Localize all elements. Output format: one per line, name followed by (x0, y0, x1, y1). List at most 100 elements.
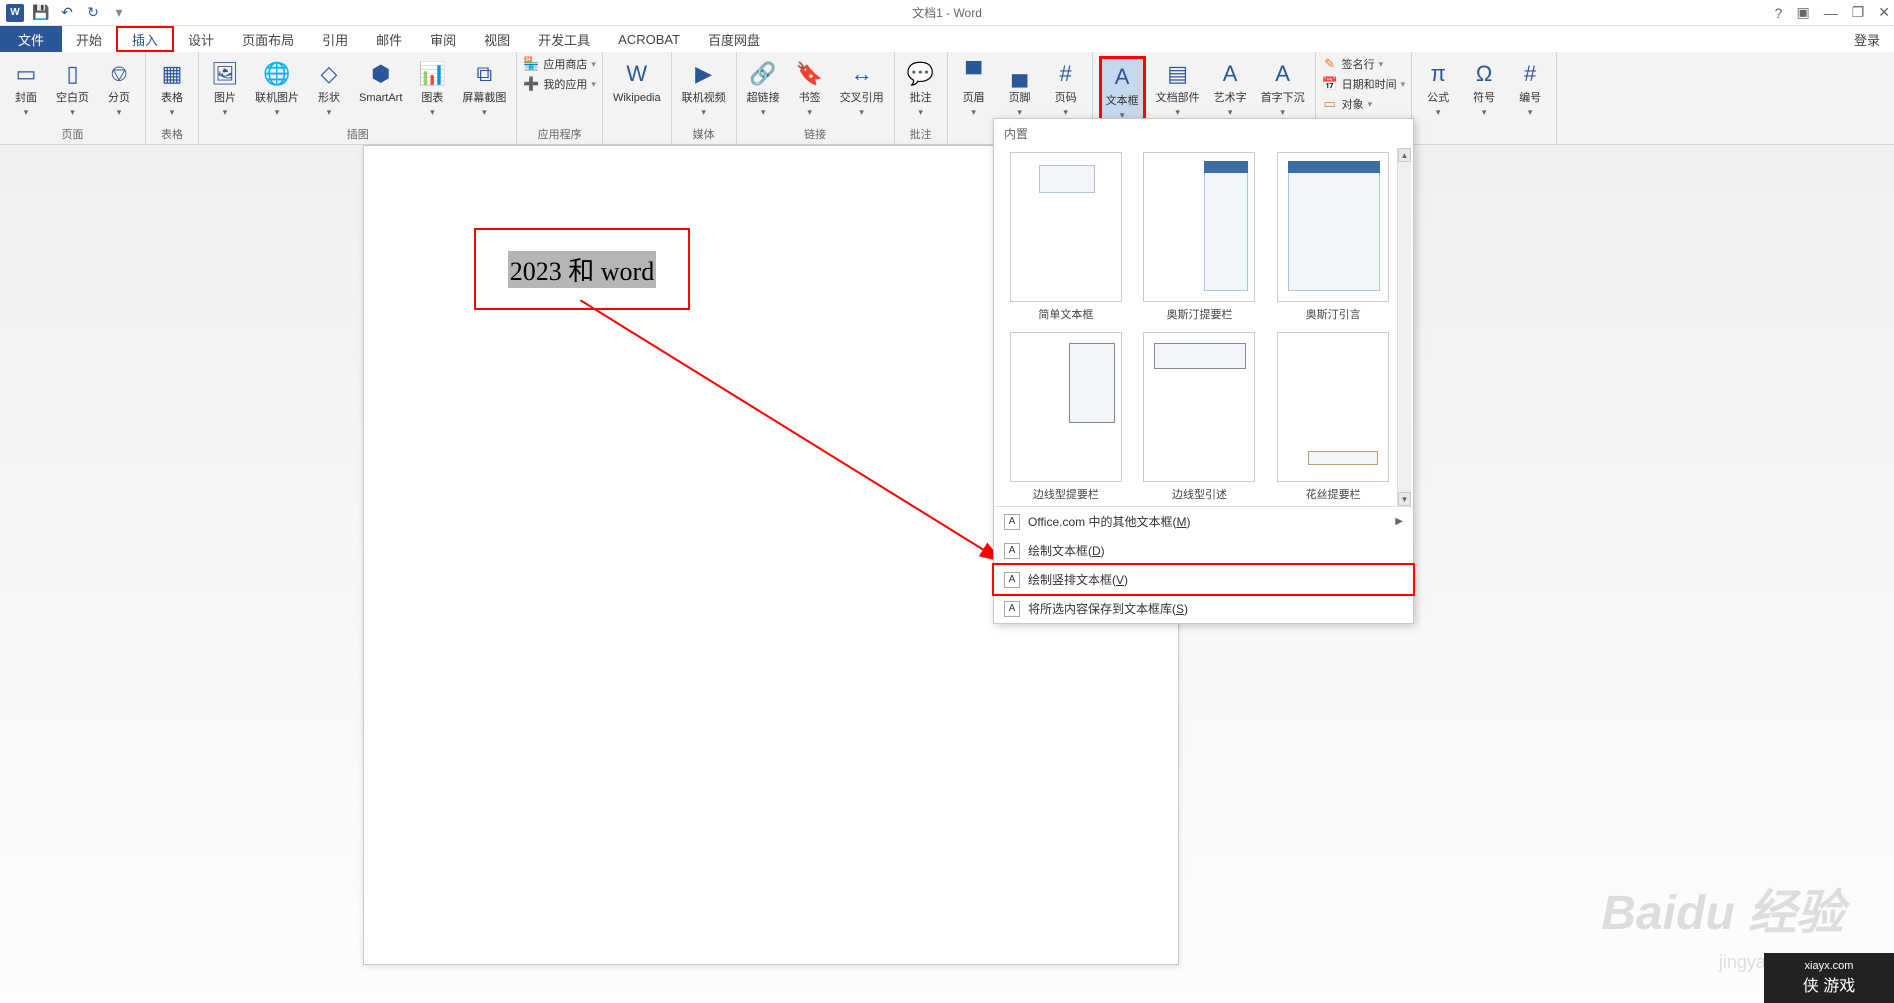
textbox-thumb[interactable]: 边线型引述 (1138, 332, 1262, 502)
equation-label: 公式 (1427, 92, 1449, 105)
thumb-label: 奥斯汀提要栏 (1166, 306, 1232, 322)
signature-button[interactable]: ✎签名行 ▾ (1322, 56, 1406, 72)
chevron-down-icon: ▾ (117, 107, 122, 118)
tab-acrobat[interactable]: ACROBAT (604, 26, 694, 52)
bookmark-button[interactable]: 🔖书签▾ (790, 56, 830, 120)
textbox-thumb[interactable]: 边线型提要栏 (1004, 332, 1128, 502)
text-box-button[interactable]: A文本框▾ (1099, 56, 1146, 126)
hyperlink-button[interactable]: 🔗超链接▾ (743, 56, 784, 120)
chevron-down-icon: ▾ (859, 107, 864, 118)
online-pictures-label: 联机图片 (255, 92, 299, 105)
restore-icon[interactable]: ❐ (1852, 4, 1865, 21)
redo-icon[interactable]: ↻ (84, 4, 102, 22)
smartart-button[interactable]: ⬢SmartArt (355, 56, 406, 107)
document-text[interactable]: 2023 和 word (508, 251, 656, 288)
draw-textbox-menuitem[interactable]: A绘制文本框(D) (994, 536, 1413, 565)
smartart-label: SmartArt (359, 92, 402, 105)
group-label: 媒体 (678, 124, 730, 142)
header-button[interactable]: ▀页眉▾ (954, 56, 994, 120)
footer-button[interactable]: ▄页脚▾ (1000, 56, 1040, 120)
screenshot-button[interactable]: ⧉屏幕截图▾ (458, 56, 510, 120)
thumb-preview (1010, 152, 1122, 302)
number-button[interactable]: #编号▾ (1510, 56, 1550, 120)
cover-page-button[interactable]: ▭封面▾ (6, 56, 46, 120)
wordart-button[interactable]: A艺术字▾ (1210, 56, 1251, 120)
chevron-down-icon: ▾ (275, 107, 280, 118)
object-button[interactable]: ▭对象 ▾ (1322, 96, 1406, 112)
login-link[interactable]: 登录 (1840, 26, 1894, 52)
page-break-label: 分页 (108, 92, 130, 105)
tab-file[interactable]: 文件 (0, 26, 62, 52)
ribbon-group: ▦表格▾表格 (146, 52, 199, 144)
save-icon[interactable]: 💾 (32, 4, 50, 22)
date-time-button[interactable]: 📅日期和时间 ▾ (1322, 76, 1406, 92)
store-icon: 🏪 (523, 56, 539, 72)
cross-reference-button[interactable]: ↔ 交叉引用 ▾ (836, 56, 888, 120)
footer-icon: ▄ (1004, 58, 1036, 90)
textbox-gallery: 简单文本框奥斯汀提要栏 奥斯汀引言边线型提要栏边线型引述花丝提要栏 (994, 148, 1413, 506)
text-box-icon: A (1106, 61, 1138, 93)
thumb-preview (1277, 152, 1389, 302)
tab-developer[interactable]: 开发工具 (524, 26, 604, 52)
group-label: 批注 (901, 124, 941, 142)
object-label: 对象 (1342, 96, 1364, 112)
wikipedia-icon: W (621, 58, 653, 90)
blank-page-label: 空白页 (56, 92, 89, 105)
qat-customize-icon[interactable]: ▾ (110, 4, 128, 22)
pictures-button[interactable]: 🖼图片▾ (205, 56, 245, 120)
page-number-button[interactable]: #页码▾ (1046, 56, 1086, 120)
thumb-preview (1143, 152, 1255, 302)
equation-button[interactable]: π公式▾ (1418, 56, 1458, 120)
tab-home[interactable]: 开始 (62, 26, 116, 52)
window-title: 文档1 - Word (912, 4, 982, 21)
store-button[interactable]: 🏪应用商店 ▾ (523, 56, 596, 72)
tab-references[interactable]: 引用 (308, 26, 362, 52)
tab-design[interactable]: 设计 (174, 26, 228, 52)
shapes-button[interactable]: ◇形状▾ (309, 56, 349, 120)
cross-reference-label: 交叉引用 (840, 92, 884, 105)
scroll-down-icon[interactable]: ▼ (1398, 492, 1411, 506)
chevron-down-icon: ▾ (1017, 107, 1022, 118)
tab-baidu[interactable]: 百度网盘 (694, 26, 774, 52)
quick-parts-button[interactable]: ▤文档部件▾ (1152, 56, 1204, 120)
blank-page-icon: ▯ (57, 58, 89, 90)
undo-icon[interactable]: ↶ (58, 4, 76, 22)
ribbon-display-icon[interactable]: ▣ (1796, 4, 1809, 21)
gallery-scrollbar[interactable]: ▲ ▼ (1397, 148, 1411, 506)
ribbon-group: W Wikipedia (603, 52, 672, 144)
comment-button[interactable]: 💬批注▾ (901, 56, 941, 120)
draw-vertical-textbox-menuitem[interactable]: A绘制竖排文本框(V) (992, 563, 1415, 596)
tab-review[interactable]: 审阅 (416, 26, 470, 52)
thumb-preview (1010, 332, 1122, 482)
table-button[interactable]: ▦表格▾ (152, 56, 192, 120)
online-pictures-button[interactable]: 🌐联机图片▾ (251, 56, 303, 120)
scroll-up-icon[interactable]: ▲ (1398, 148, 1411, 162)
close-icon[interactable]: ✕ (1878, 4, 1890, 21)
textbox-thumb[interactable]: 奥斯汀引言 (1271, 152, 1395, 322)
save-to-gallery-menuitem[interactable]: A将所选内容保存到文本框库(S) (994, 594, 1413, 623)
tab-layout[interactable]: 页面布局 (228, 26, 308, 52)
my-apps-button[interactable]: ➕我的应用 ▾ (523, 76, 596, 92)
textbox-thumb[interactable]: 花丝提要栏 (1271, 332, 1395, 502)
tab-view[interactable]: 视图 (470, 26, 524, 52)
tab-mailings[interactable]: 邮件 (362, 26, 416, 52)
cross-reference-icon: ↔ (846, 58, 878, 90)
wikipedia-label: Wikipedia (613, 92, 661, 105)
quick-parts-label: 文档部件 (1156, 92, 1200, 105)
table-label: 表格 (161, 92, 183, 105)
textbox-thumb[interactable]: 简单文本框 (1004, 152, 1128, 322)
page-break-button[interactable]: ⎊分页▾ (99, 56, 139, 120)
online-video-button[interactable]: ▶联机视频▾ (678, 56, 730, 120)
ribbon-group: 💬批注▾ 批注 (895, 52, 948, 144)
drop-cap-button[interactable]: A首字下沉▾ (1257, 56, 1309, 120)
chevron-down-icon: ▾ (1368, 99, 1373, 110)
symbol-button[interactable]: Ω符号▾ (1464, 56, 1504, 120)
help-icon[interactable]: ? (1775, 5, 1783, 21)
wikipedia-button[interactable]: W Wikipedia (609, 56, 665, 107)
blank-page-button[interactable]: ▯空白页▾ (52, 56, 93, 120)
tab-insert[interactable]: 插入 (116, 26, 174, 52)
minimize-icon[interactable]: — (1824, 5, 1838, 21)
textbox-thumb[interactable]: 奥斯汀提要栏 (1138, 152, 1262, 322)
chart-button[interactable]: 📊图表▾ (412, 56, 452, 120)
office-more-menuitem[interactable]: AOffice.com 中的其他文本框(M)▶ (994, 507, 1413, 536)
